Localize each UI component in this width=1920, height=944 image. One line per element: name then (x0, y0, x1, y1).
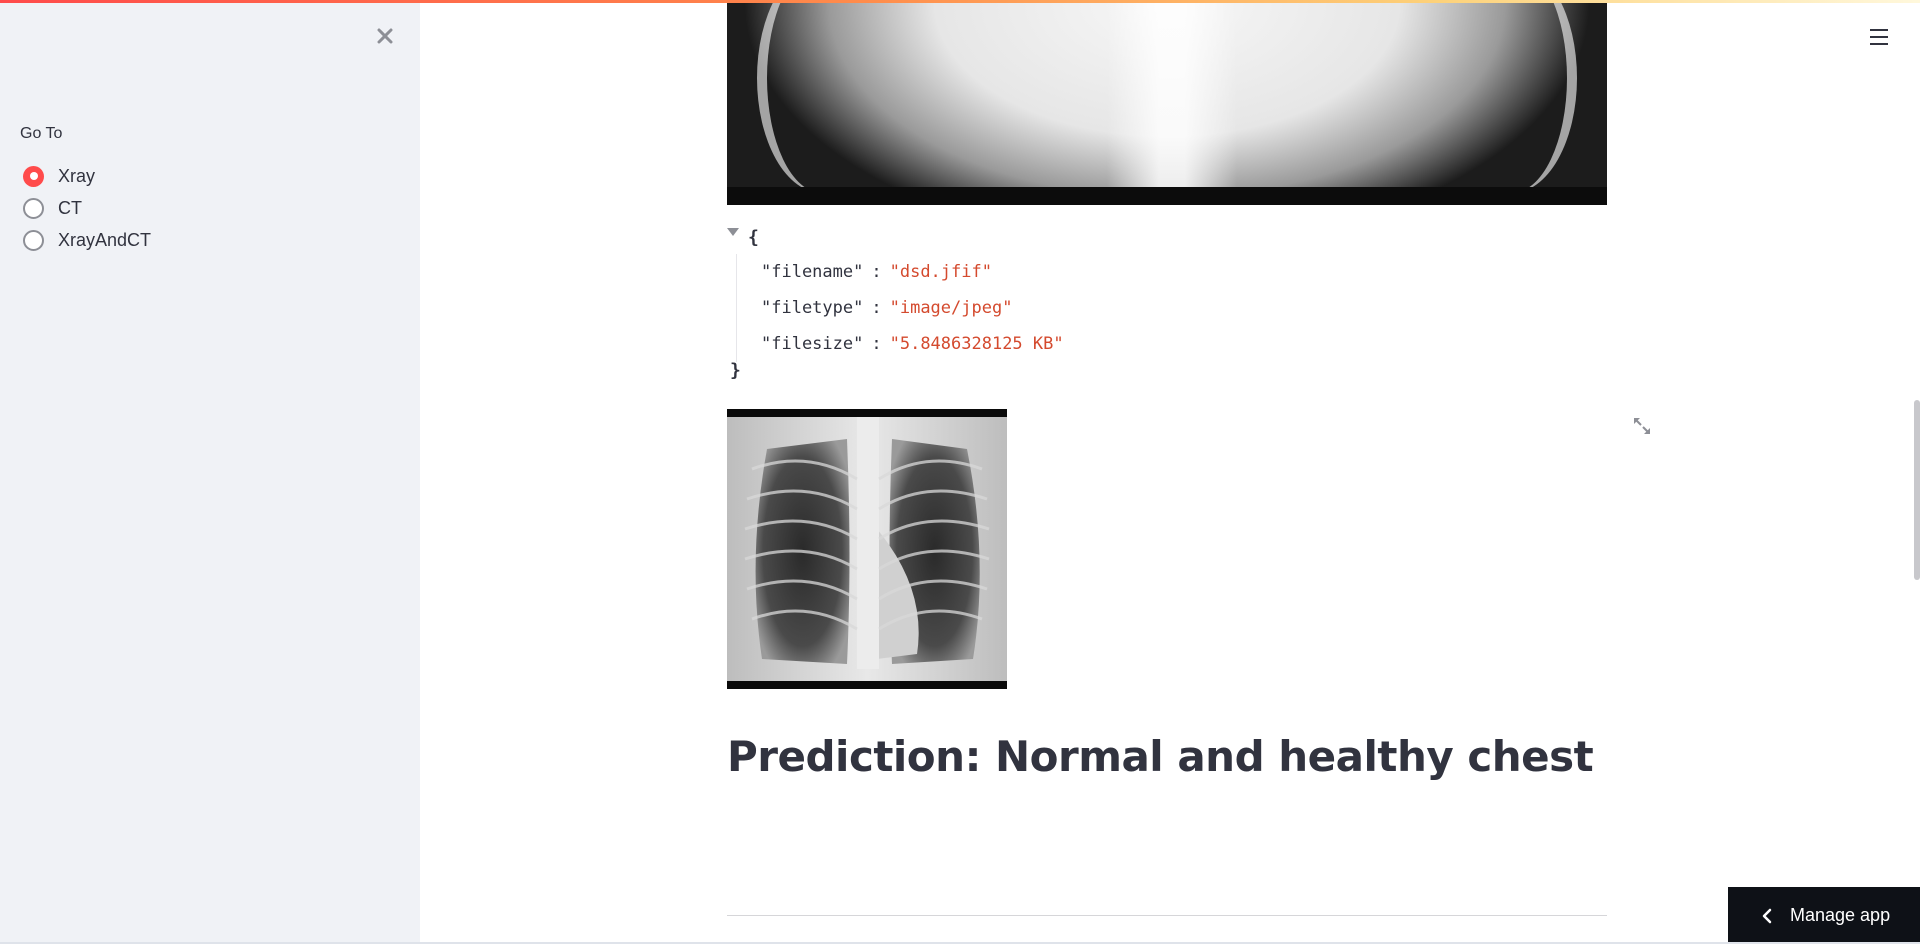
json-row-filetype: "filetype": "image/jpeg" (761, 298, 1013, 318)
manage-app-label: Manage app (1790, 905, 1891, 925)
radio-option-ct[interactable]: CT (20, 192, 151, 224)
goto-label: Go To (20, 125, 63, 142)
json-row-filename: "filename": "dsd.jfif" (761, 262, 992, 282)
json-value: "image/jpeg" (889, 298, 1013, 318)
radio-selected-indicator[interactable] (23, 165, 44, 187)
json-value: "5.8486328125 KB" (889, 334, 1064, 354)
json-key: "filetype" (761, 298, 864, 318)
json-file-info: "filename": "dsd.jfif" "filetype": "image/… (736, 254, 1064, 362)
radio-unselected-indicator[interactable] (23, 197, 44, 219)
json-key: "filename" (761, 262, 864, 282)
top-decoration-bar (0, 0, 1920, 3)
radio-label-ct: CT (58, 197, 82, 218)
manage-app-button[interactable]: Manage app (1728, 887, 1920, 944)
radio-option-xrayandct[interactable]: XrayAndCT (20, 224, 151, 256)
radio-label-xray: Xray (58, 165, 96, 186)
json-value: "dsd.jfif" (889, 262, 992, 282)
divider (727, 915, 1607, 916)
uploaded-image-preview-large (727, 3, 1607, 205)
fullscreen-icon[interactable] (1630, 414, 1654, 438)
prediction-heading: Prediction: Normal and healthy chest (727, 732, 1594, 781)
json-row-filesize: "filesize": "5.8486328125 KB" (761, 334, 1064, 354)
json-close-brace: } (730, 360, 741, 381)
scrollbar[interactable] (1914, 400, 1920, 580)
radio-unselected-indicator[interactable] (23, 229, 44, 251)
radio-option-xray[interactable]: Xray (20, 160, 151, 192)
json-open-brace: { (748, 227, 759, 248)
json-key: "filesize" (761, 334, 864, 354)
hamburger-menu-icon[interactable] (1868, 26, 1890, 48)
page-radio-group: Xray CT XrayAndCT (20, 160, 151, 256)
close-icon[interactable] (371, 22, 399, 50)
chest-xray-image (727, 409, 1007, 689)
sidebar: Go To Xray CT XrayAndCT (0, 0, 420, 944)
caret-down-icon[interactable] (727, 228, 739, 236)
radio-label-xrayandct: XrayAndCT (58, 229, 152, 250)
chevron-left-icon (1762, 908, 1772, 923)
